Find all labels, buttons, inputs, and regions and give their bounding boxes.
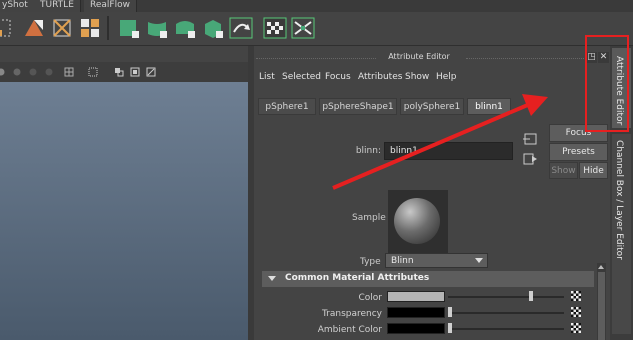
tab-channel-box-label: Channel Box / Layer Editor bbox=[614, 140, 624, 260]
tab-blinn1[interactable]: blinn1 bbox=[467, 98, 511, 115]
tab-psphereshape1[interactable]: pSphereShape1 bbox=[319, 98, 397, 115]
slider-handle[interactable] bbox=[529, 291, 533, 301]
bridge-arrow-icon[interactable] bbox=[229, 16, 253, 40]
shelf bbox=[0, 12, 633, 46]
attribute-label: Transparency bbox=[321, 309, 382, 319]
joint-tool-icon[interactable] bbox=[0, 16, 16, 40]
scroll-up-icon[interactable] bbox=[598, 265, 604, 269]
sample-label: Sample bbox=[352, 213, 386, 223]
maya-window: yShot TURTLE RealFlow Attribute Editor ◳… bbox=[0, 0, 633, 340]
output-connection-icon[interactable] bbox=[522, 152, 538, 166]
attribute-label: Color bbox=[358, 293, 383, 303]
attribute-label: Ambient Color bbox=[317, 325, 382, 335]
frame-icon[interactable] bbox=[146, 67, 156, 77]
shelf-tab-bar: yShot TURTLE RealFlow bbox=[0, 0, 633, 12]
cross-box-icon[interactable] bbox=[50, 16, 74, 40]
material-sample-swatch bbox=[388, 190, 448, 254]
tab-channel-box-layer-editor[interactable]: Channel Box / Layer Editor bbox=[612, 134, 631, 334]
shelf-separator bbox=[107, 16, 109, 40]
scrollbar-thumb[interactable] bbox=[598, 272, 605, 340]
node-type-label: blinn: bbox=[355, 146, 381, 156]
menu-selected[interactable]: Selected bbox=[282, 72, 321, 82]
frame-icon[interactable] bbox=[130, 67, 140, 77]
circle-icon[interactable] bbox=[28, 67, 38, 77]
menu-attributes[interactable]: Attributes bbox=[358, 72, 402, 82]
attribute-slider[interactable] bbox=[448, 323, 564, 333]
menu-help[interactable]: Help bbox=[436, 72, 457, 82]
checker-script-icon[interactable] bbox=[263, 16, 287, 40]
slider-handle[interactable] bbox=[448, 323, 452, 333]
shelf-tab-turtle[interactable]: TURTLE bbox=[34, 0, 81, 12]
tab-polysphere1[interactable]: polySphere1 bbox=[400, 98, 464, 115]
collapse-arrow-icon bbox=[268, 276, 276, 281]
drag-grip[interactable] bbox=[466, 58, 584, 61]
attribute-slider[interactable] bbox=[448, 291, 564, 301]
material-sphere-preview bbox=[394, 198, 440, 244]
circle-icon[interactable] bbox=[0, 67, 6, 77]
vertical-scrollbar[interactable] bbox=[597, 263, 606, 340]
chevron-down-icon bbox=[475, 258, 483, 263]
color-swatch[interactable] bbox=[387, 307, 445, 318]
poly-shape-c-icon[interactable] bbox=[173, 16, 197, 40]
select-icon[interactable] bbox=[88, 67, 98, 77]
type-dropdown[interactable]: Blinn bbox=[385, 253, 488, 268]
annotation-highlight-box bbox=[585, 35, 629, 132]
node-name-field[interactable]: blinn1 bbox=[384, 142, 513, 160]
shelf-tab-realflow[interactable]: RealFlow bbox=[84, 0, 137, 12]
circle-icon[interactable] bbox=[12, 67, 22, 77]
type-dropdown-value: Blinn bbox=[391, 256, 414, 266]
map-texture-icon[interactable] bbox=[571, 291, 581, 301]
poly-shape-d-icon[interactable] bbox=[201, 16, 225, 40]
show-button[interactable]: Show bbox=[549, 162, 578, 179]
perspective-viewport[interactable] bbox=[0, 82, 248, 340]
circle-icon[interactable] bbox=[44, 67, 54, 77]
type-label: Type bbox=[360, 257, 381, 267]
attribute-slider[interactable] bbox=[448, 307, 564, 317]
attribute-editor-titlebar: Attribute Editor ◳ ✕ bbox=[254, 51, 610, 65]
shelf-tab-yshot[interactable]: yShot bbox=[0, 0, 35, 12]
poly-cube-shatter-icon[interactable] bbox=[22, 16, 46, 40]
map-texture-icon[interactable] bbox=[571, 307, 581, 317]
menu-focus[interactable]: Focus bbox=[325, 72, 351, 82]
common-material-attributes-header[interactable]: Common Material Attributes bbox=[262, 271, 594, 287]
frame-icon[interactable] bbox=[114, 67, 124, 77]
crossed-bones-icon[interactable] bbox=[291, 16, 315, 40]
viewport-toolbar bbox=[0, 62, 250, 82]
map-texture-icon[interactable] bbox=[571, 323, 581, 333]
slider-handle[interactable] bbox=[448, 307, 452, 317]
grid-icon[interactable] bbox=[64, 67, 74, 77]
section-title: Common Material Attributes bbox=[285, 273, 430, 283]
color-swatch[interactable] bbox=[387, 291, 445, 302]
menu-show[interactable]: Show bbox=[405, 72, 429, 82]
menu-list[interactable]: List bbox=[259, 72, 275, 82]
presets-button[interactable]: Presets bbox=[549, 143, 608, 161]
node-tabs: pSphere1 pSphereShape1 polySphere1 blinn… bbox=[254, 98, 610, 116]
color-swatch[interactable] bbox=[387, 323, 445, 334]
input-connection-icon[interactable] bbox=[522, 132, 538, 146]
hide-button[interactable]: Hide bbox=[579, 162, 608, 179]
block-grid-icon[interactable] bbox=[78, 16, 102, 40]
poly-shape-b-icon[interactable] bbox=[145, 16, 169, 40]
attribute-editor-panel: Attribute Editor ◳ ✕ List Selected Focus… bbox=[254, 46, 610, 340]
tab-psphere1[interactable]: pSphere1 bbox=[258, 98, 316, 115]
poly-shape-a-icon[interactable] bbox=[117, 16, 141, 40]
